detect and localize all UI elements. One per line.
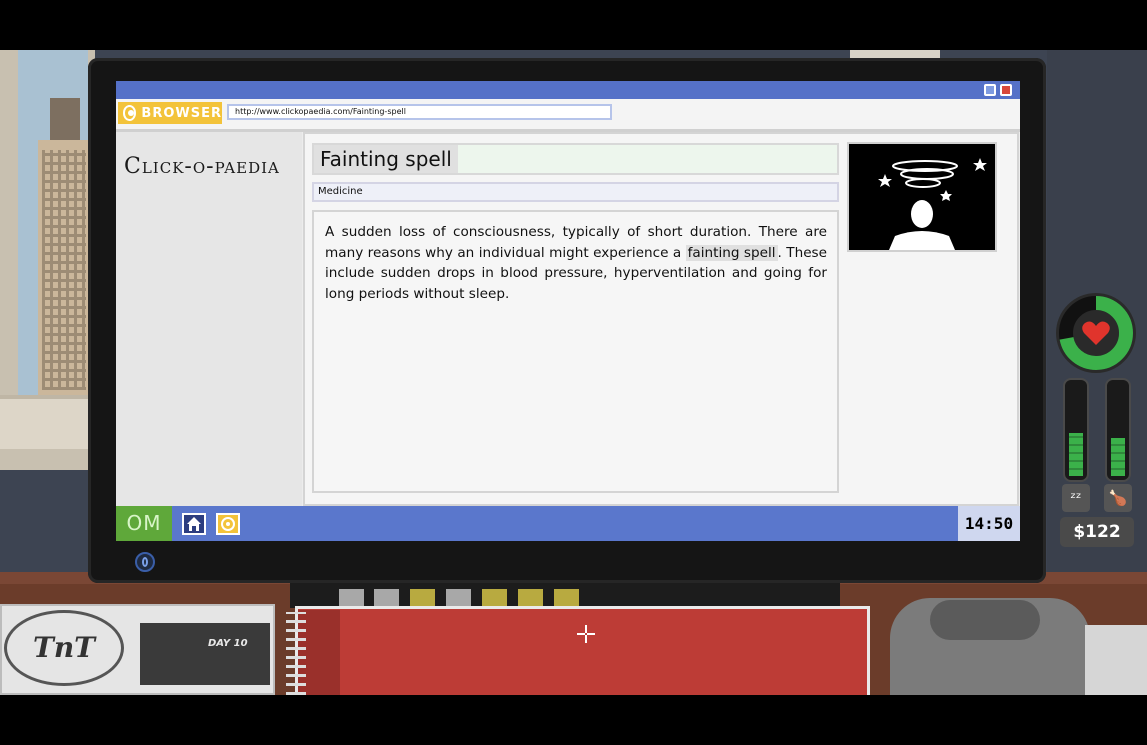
- article-image: [847, 142, 997, 252]
- letterbox-top: [0, 0, 1147, 50]
- shoulders-silhouette: [889, 231, 955, 250]
- taskbar-clock: 14:50: [958, 506, 1020, 541]
- head-silhouette: [911, 200, 933, 228]
- article-body-box: A sudden loss of consciousness, typicall…: [312, 210, 839, 493]
- telephone-handset[interactable]: [930, 600, 1040, 640]
- letterbox-bottom: [0, 695, 1147, 745]
- star-icon: [878, 174, 892, 187]
- window-titlebar: [116, 81, 1020, 99]
- article-title: Fainting spell: [314, 145, 458, 173]
- red-notebook[interactable]: [295, 606, 870, 695]
- sleep-meter: [1063, 378, 1089, 482]
- game-scene: BROWSER http://www.clickopaedia.com/Fain…: [0, 0, 1147, 745]
- shelf: [850, 50, 940, 58]
- address-bar[interactable]: http://www.clickopaedia.com/Fainting-spe…: [227, 104, 612, 120]
- food-meter: [1105, 378, 1131, 482]
- close-button[interactable]: [1000, 84, 1012, 96]
- power-button[interactable]: [135, 552, 155, 572]
- health-gauge: [1056, 293, 1136, 373]
- water-tower: [50, 98, 80, 140]
- building-windows: [42, 150, 86, 390]
- star-icon: [940, 190, 952, 201]
- phone-keypad[interactable]: [1085, 625, 1147, 695]
- sleep-icon: ᶻᶻ: [1062, 484, 1090, 512]
- start-button[interactable]: OM: [116, 506, 172, 541]
- newspaper-band: [140, 623, 270, 685]
- fainting-illustration: [878, 158, 987, 250]
- browser-app-icon[interactable]: [216, 513, 240, 535]
- food-meter-fill: [1111, 438, 1125, 476]
- newspaper-masthead: TnT: [4, 610, 124, 686]
- browser-content: Click-o-paedia Fainting spell Medicine A…: [116, 132, 1020, 506]
- taskbar: OM 14:50: [116, 506, 1020, 541]
- browser-icon: [123, 105, 137, 121]
- day-label: DAY 10: [208, 638, 248, 649]
- site-logo[interactable]: Click-o-paedia: [124, 154, 280, 179]
- article-category: Medicine: [312, 182, 839, 202]
- article-body: A sudden loss of consciousness, typicall…: [325, 222, 827, 304]
- food-icon: 🍗: [1104, 484, 1132, 512]
- notebook-rings: [286, 612, 306, 695]
- home-app-icon[interactable]: [182, 513, 206, 535]
- browser-taskbar-icon: [221, 517, 235, 531]
- article-title-box: Fainting spell: [312, 143, 839, 175]
- article-link[interactable]: fainting spell: [685, 244, 778, 261]
- site-sidebar: Click-o-paedia: [116, 132, 302, 506]
- star-icon: [973, 158, 987, 171]
- house-icon: [187, 517, 201, 531]
- crosshair-cursor-icon: [577, 625, 595, 643]
- computer-screen: BROWSER http://www.clickopaedia.com/Fain…: [116, 81, 1020, 541]
- money-display: $122: [1060, 517, 1134, 547]
- browser-toolbar: BROWSER http://www.clickopaedia.com/Fain…: [116, 99, 1020, 132]
- browser-badge: BROWSER: [118, 102, 222, 124]
- minimize-button[interactable]: [984, 84, 996, 96]
- sleep-meter-fill: [1069, 433, 1083, 476]
- window-sill: [0, 395, 95, 449]
- browser-label: BROWSER: [141, 105, 222, 121]
